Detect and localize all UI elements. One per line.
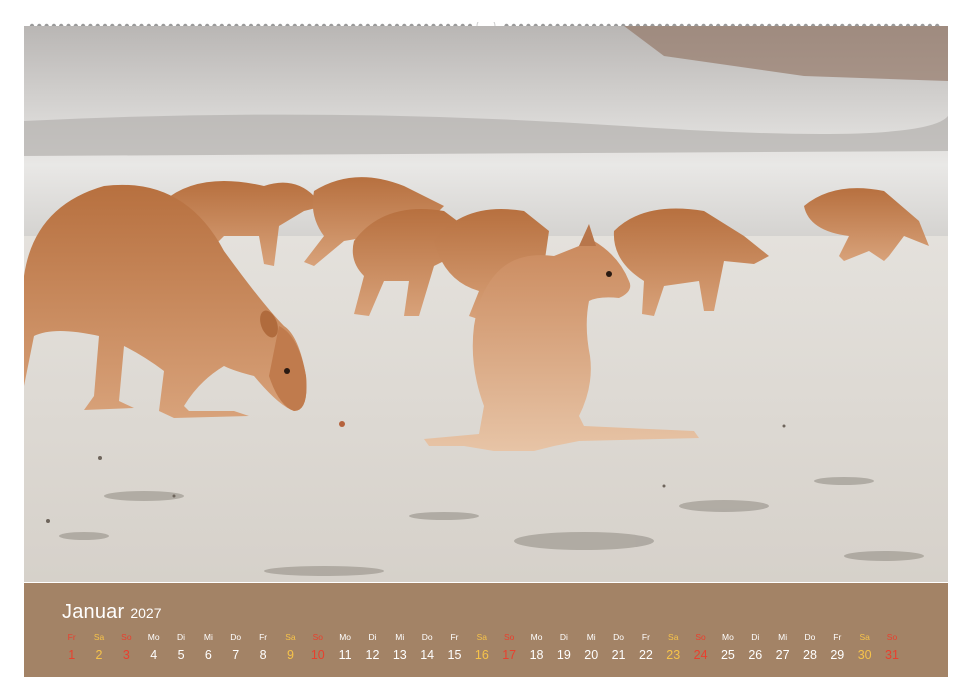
day-number: 5	[177, 648, 185, 662]
day-column: So 3	[113, 631, 140, 664]
day-number: 27	[775, 648, 790, 662]
day-number: 10	[310, 648, 325, 662]
weekday-label: Do	[804, 632, 816, 642]
day-column: Mi 6	[195, 631, 222, 664]
day-column: Fr 1	[58, 631, 85, 664]
weekday-label: Fr	[259, 632, 268, 642]
day-number: 2	[95, 648, 103, 662]
day-grid: Fr 1 Sa 2 So 3 Mo 4 Di 5 Mi 6 Do 7 Fr 8 Sa 9 So 10 Mo 11 Di 12 M…	[58, 631, 906, 664]
day-column: Do 7	[222, 631, 249, 664]
weekday-label: Di	[177, 632, 186, 642]
day-column: Di 26	[742, 631, 769, 664]
day-number: 24	[693, 648, 708, 662]
weekday-label: So	[503, 632, 515, 642]
day-column: Mo 4	[140, 631, 167, 664]
day-column: Di 19	[550, 631, 577, 664]
day-column: So 10	[304, 631, 331, 664]
weekday-label: Mi	[395, 632, 405, 642]
day-number: 28	[803, 648, 817, 662]
weekday-label: Mo	[147, 632, 160, 642]
weekday-label: Do	[421, 632, 433, 642]
weekday-label: Mo	[722, 632, 734, 642]
day-column: Mo 25	[714, 631, 741, 664]
day-column: So 17	[496, 631, 523, 664]
weekday-label: Mi	[778, 632, 788, 642]
day-number: 1	[68, 648, 76, 662]
day-number: 21	[611, 648, 626, 662]
weekday-label: Di	[751, 632, 760, 642]
weekday-label: Sa	[476, 632, 488, 642]
weekday-label: Sa	[668, 632, 679, 642]
day-column: Fr 8	[249, 631, 276, 664]
day-number: 30	[857, 648, 872, 662]
day-column: Mo 11	[331, 631, 358, 664]
day-number: 6	[204, 648, 212, 662]
weekday-label: So	[312, 632, 323, 642]
day-number: 25	[720, 648, 735, 662]
day-column: Mi 13	[386, 631, 413, 664]
day-column: Fr 29	[824, 631, 851, 664]
day-number: 16	[474, 648, 489, 662]
weekday-label: Di	[559, 632, 568, 642]
day-column: Mi 20	[578, 631, 605, 664]
weekday-label: Fr	[67, 632, 76, 642]
day-column: Fr 22	[632, 631, 659, 664]
day-column: Di 12	[359, 631, 386, 664]
weekday-label: Sa	[285, 632, 296, 642]
weekday-label: Di	[368, 632, 377, 642]
day-number: 13	[392, 648, 407, 662]
weekday-label: So	[886, 632, 898, 642]
day-column: Mo 18	[523, 631, 550, 664]
weekday-label: Sa	[859, 632, 870, 642]
weekday-label: Sa	[93, 632, 105, 642]
day-number: 26	[748, 648, 763, 662]
weekday-label: Mo	[530, 632, 543, 642]
month-name: Januar	[62, 601, 125, 623]
month-title: Januar 2027	[62, 601, 162, 624]
day-number: 20	[584, 648, 599, 662]
weekday-label: Mi	[203, 632, 213, 642]
day-column: Mi 27	[769, 631, 796, 664]
day-number: 12	[365, 648, 380, 662]
calendar-band: Januar 2027 Fr 1 Sa 2 So 3 Mo 4 Di 5 Mi 6 Do 7 Fr 8 Sa 9 S…	[24, 583, 948, 677]
month-year: 2027	[130, 605, 162, 621]
day-number: 22	[638, 648, 653, 662]
day-number: 11	[338, 648, 352, 662]
day-column: Do 14	[413, 631, 440, 664]
day-number: 29	[830, 648, 845, 662]
day-number: 3	[122, 648, 130, 662]
weekday-label: Fr	[833, 632, 842, 642]
weekday-label: Do	[613, 632, 624, 642]
day-column: Sa 30	[851, 631, 878, 664]
day-number: 15	[447, 648, 462, 662]
day-column: Sa 9	[277, 631, 304, 664]
weekday-label: Fr	[641, 632, 650, 642]
day-number: 23	[666, 648, 681, 662]
day-number: 4	[150, 648, 158, 662]
weekday-label: Mi	[586, 632, 596, 642]
day-column: Do 28	[796, 631, 823, 664]
day-column: Di 5	[167, 631, 194, 664]
day-number: 31	[885, 648, 899, 662]
day-column: Fr 15	[441, 631, 468, 664]
day-column: Sa 16	[468, 631, 495, 664]
day-number: 19	[556, 648, 571, 662]
day-number: 8	[259, 648, 267, 662]
day-number: 18	[529, 648, 544, 662]
day-column: Sa 23	[660, 631, 687, 664]
day-number: 9	[286, 648, 294, 662]
weekday-label: Fr	[450, 632, 459, 642]
day-number: 14	[420, 648, 435, 662]
day-column: Do 21	[605, 631, 632, 664]
weekday-label: Do	[230, 632, 242, 642]
day-column: So 24	[687, 631, 714, 664]
calendar-photo-wallabies-beach	[24, 26, 948, 582]
day-column: Sa 2	[85, 631, 112, 664]
day-number: 17	[502, 648, 517, 662]
day-number: 7	[232, 648, 240, 662]
weekday-label: Mo	[339, 632, 352, 642]
weekday-label: So	[121, 632, 132, 642]
day-column: So 31	[878, 631, 905, 664]
weekday-label: So	[695, 632, 706, 642]
